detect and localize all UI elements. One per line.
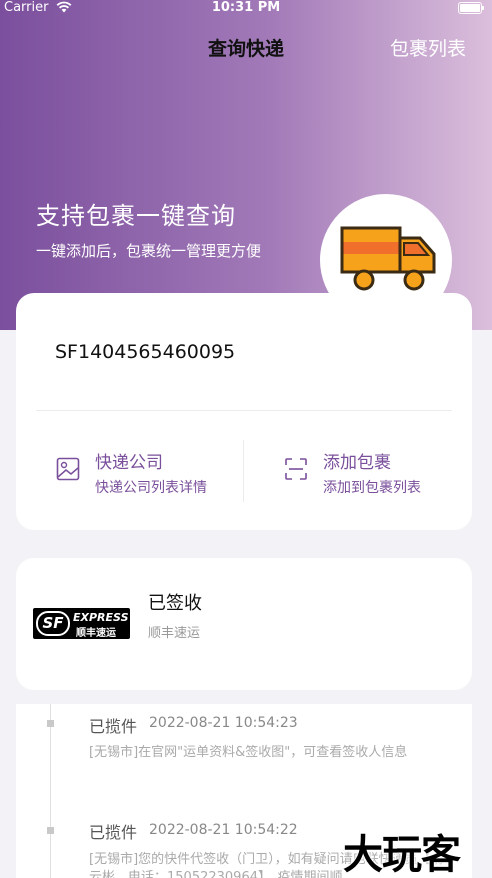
sf-logo-express: EXPRESS: [73, 611, 129, 624]
divider: [243, 440, 244, 502]
image-icon: [56, 457, 80, 481]
courier-company-label: 快递公司: [95, 453, 163, 473]
sf-logo-mark: SF: [36, 611, 70, 636]
timeline-status: 已揽件: [89, 717, 138, 736]
status-bar: Carrier 10:31 PM: [0, 0, 492, 18]
timeline-dot: [47, 827, 54, 834]
add-package-label: 添加包裹: [323, 453, 391, 473]
courier-company-sub: 快递公司列表详情: [95, 480, 207, 496]
timeline-time: 2022-08-21 10:54:22: [149, 822, 298, 838]
battery-icon: [458, 2, 484, 14]
sf-express-logo: SF EXPRESS 顺丰速运: [33, 608, 130, 639]
search-card: SF1404565460095 快递公司 快递公司列表详情 添加包裹 添加到包裹…: [16, 293, 472, 530]
sf-logo-cn: 顺丰速运: [76, 628, 116, 639]
add-package-sub: 添加到包裹列表: [323, 480, 421, 496]
divider: [36, 410, 452, 411]
delivery-status: 已签收: [148, 593, 202, 614]
timeline-status: 已揽件: [89, 823, 138, 842]
courier-name: 顺丰速运: [148, 626, 201, 641]
tracking-number-input[interactable]: SF1404565460095: [55, 341, 235, 363]
watermark: 大玩客: [343, 832, 461, 878]
hero-subtitle: 一键添加后，包裹统一管理更方便: [36, 242, 262, 260]
hero-title: 支持包裹一键查询: [36, 202, 236, 230]
truck-icon: [340, 226, 436, 291]
timeline-desc: [无锡市]在官网"运单资料&签收图"，可查看签收人信息: [89, 745, 408, 760]
timeline-time: 2022-08-21 10:54:23: [149, 715, 298, 731]
result-card[interactable]: SF EXPRESS 顺丰速运 已签收 顺丰速运: [16, 558, 472, 690]
status-time: 10:31 PM: [211, 0, 281, 15]
package-list-button[interactable]: 包裹列表: [390, 34, 466, 61]
timeline-line: [50, 704, 51, 878]
scan-icon: [285, 458, 307, 480]
timeline-dot: [47, 720, 54, 727]
